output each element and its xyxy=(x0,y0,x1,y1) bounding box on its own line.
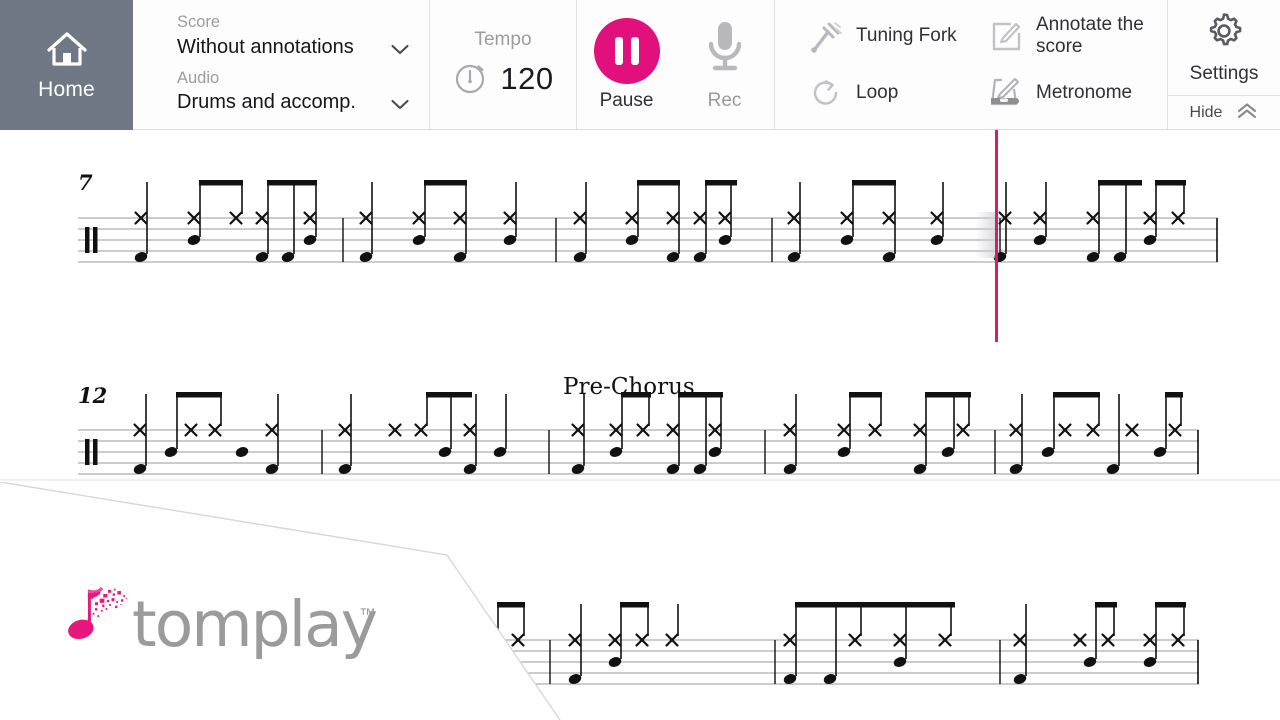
hide-toolbar-button[interactable]: Hide xyxy=(1168,96,1280,129)
metronome-icon xyxy=(989,77,1023,109)
tomplay-player-window: Home Score Without annotations Audio Dru… xyxy=(0,0,1280,720)
svg-text:12: 12 xyxy=(78,383,107,408)
hide-label: Hide xyxy=(1189,103,1223,121)
loop-icon xyxy=(809,78,843,108)
audio-select-group: Audio Drums and accomp. xyxy=(177,68,413,118)
tools-grid: Tuning Fork Annotate the score Loop Metr… xyxy=(775,0,1168,129)
metronome-label: Metronome xyxy=(1036,81,1133,103)
tomplay-logo: tomplay ™ xyxy=(62,566,378,662)
metronome-button[interactable]: Metronome xyxy=(983,65,1163,122)
chevron-down-icon xyxy=(391,42,409,54)
score-select-caption: Score xyxy=(177,12,221,31)
staff-system-3 xyxy=(420,602,1199,686)
home-button-label: Home xyxy=(38,77,95,101)
logo-note-icon xyxy=(68,586,127,640)
played-region-highlight xyxy=(975,212,997,258)
logo-trademark: ™ xyxy=(359,604,376,624)
gear-icon xyxy=(1203,10,1245,57)
audio-select[interactable]: Drums and accomp. xyxy=(177,88,413,117)
transport-controls: Pause Rec xyxy=(577,0,775,129)
tempo-caption: Tempo xyxy=(474,28,532,50)
loop-button[interactable]: Loop xyxy=(803,65,983,122)
tuning-fork-icon xyxy=(809,18,843,54)
chevron-down-icon xyxy=(391,97,409,110)
score-audio-selectors: Score Without annotations Audio Drums an… xyxy=(133,0,430,129)
svg-text:7: 7 xyxy=(78,170,93,195)
staff-system-1: 7 xyxy=(78,170,1218,264)
pause-icon xyxy=(593,17,660,84)
tempo-control[interactable]: Tempo 120 xyxy=(430,0,577,129)
tuning-fork-button[interactable]: Tuning Fork xyxy=(803,8,983,65)
playhead-cursor[interactable] xyxy=(995,130,998,342)
annotate-icon xyxy=(989,21,1023,52)
annotate-button[interactable]: Annotate the score xyxy=(983,8,1163,65)
settings-button[interactable]: Settings xyxy=(1168,0,1280,96)
settings-column: Settings Hide xyxy=(1168,0,1280,129)
record-label: Rec xyxy=(707,90,742,111)
audio-select-value: Drums and accomp. xyxy=(177,91,356,114)
score-select-value: Without annotations xyxy=(177,35,354,58)
microphone-icon xyxy=(701,17,749,84)
record-button[interactable]: Rec xyxy=(689,17,761,112)
score-select[interactable]: Without annotations xyxy=(177,33,413,62)
score-select-group: Score Without annotations xyxy=(177,12,413,62)
pause-button[interactable]: Pause xyxy=(591,17,663,112)
top-toolbar: Home Score Without annotations Audio Dru… xyxy=(0,0,1280,130)
staff-system-2: 12 Pre-Chorus xyxy=(78,374,1199,476)
stopwatch-icon xyxy=(452,58,490,101)
tuning-fork-label: Tuning Fork xyxy=(856,25,957,47)
tempo-value: 120 xyxy=(500,61,554,96)
pause-label: Pause xyxy=(599,89,654,111)
home-icon xyxy=(45,29,89,74)
tempo-value-row: 120 xyxy=(452,58,553,101)
loop-label: Loop xyxy=(856,81,899,103)
home-button[interactable]: Home xyxy=(0,0,133,130)
annotate-label: Annotate the score xyxy=(1036,14,1144,58)
audio-select-caption: Audio xyxy=(177,68,220,87)
logo-wordmark: tomplay xyxy=(132,587,378,661)
settings-label: Settings xyxy=(1189,63,1259,84)
double-chevron-up-icon xyxy=(1236,102,1258,124)
